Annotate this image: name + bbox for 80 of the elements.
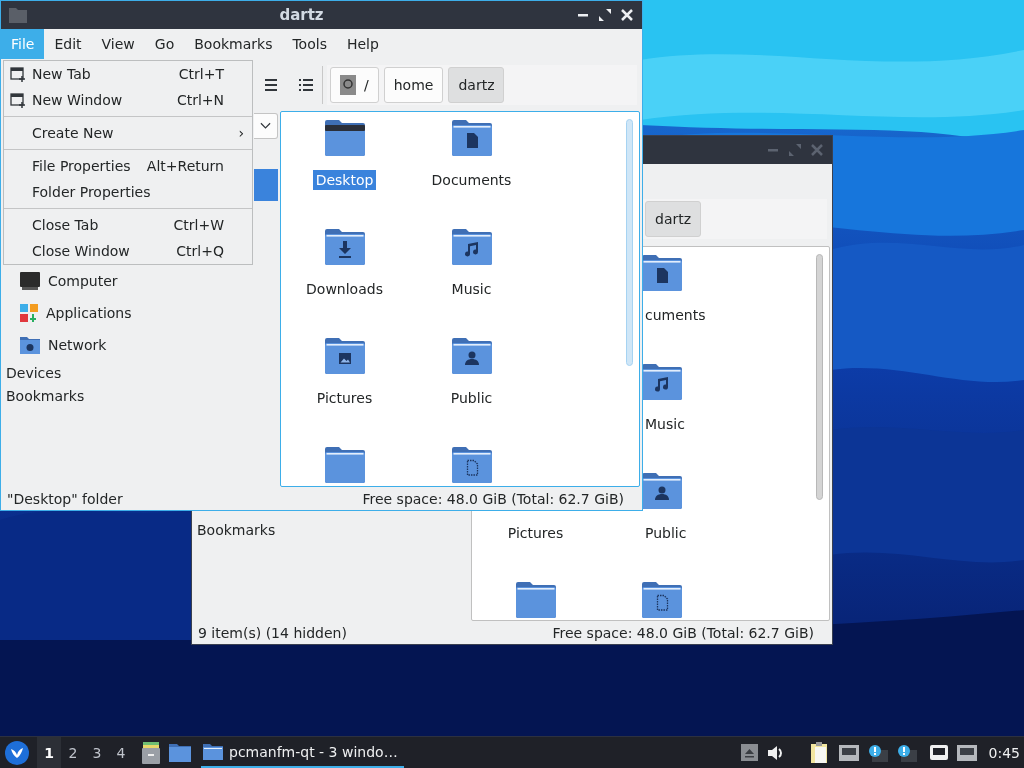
folder-icon — [451, 229, 492, 265]
file-label[interactable]: Downloads — [303, 279, 386, 299]
menu-item[interactable]: New Window Ctrl+N — [4, 87, 252, 113]
window-title: dartz — [278, 6, 325, 24]
file-label[interactable]: Music — [448, 279, 495, 299]
folder-icon[interactable] — [169, 743, 191, 762]
file-label[interactable]: Public — [645, 523, 687, 543]
clock[interactable]: 0:45 — [988, 744, 1020, 761]
folder-icon — [324, 229, 365, 265]
path-button[interactable]: dartz — [448, 67, 505, 103]
sidebar-section[interactable]: Bookmarks — [192, 519, 470, 542]
path-button[interactable]: home — [383, 67, 444, 103]
folder-icon — [451, 447, 492, 483]
menu-item[interactable]: New Tab Ctrl+T — [4, 61, 252, 87]
file-label[interactable]: Documents — [428, 170, 515, 190]
compact-view-icon[interactable] — [263, 78, 279, 92]
menu-item[interactable]: Folder Properties — [4, 179, 252, 205]
alert-icon[interactable] — [896, 743, 917, 762]
sidebar-section[interactable]: Bookmarks — [1, 385, 279, 408]
volume-icon[interactable] — [766, 744, 785, 761]
folder-icon — [642, 582, 682, 618]
free-space-text: Free space: 48.0 GiB (Total: 62.7 GiB) — [362, 490, 624, 507]
drive-icon — [340, 75, 356, 95]
monitor-icon[interactable] — [838, 744, 859, 761]
workspace-button[interactable]: 2 — [61, 737, 85, 768]
menu-item[interactable]: Create New › — [4, 120, 252, 146]
menu-bar-item[interactable]: Go — [144, 29, 185, 59]
folder-icon — [451, 120, 492, 156]
chevron-down-icon — [260, 122, 271, 130]
sidebar-item[interactable]: Network — [1, 329, 279, 361]
applications-icon — [20, 304, 38, 322]
network-port-icon[interactable] — [956, 744, 977, 761]
detailed-list-icon[interactable] — [298, 78, 314, 92]
folder-icon — [324, 447, 365, 483]
network-folder-icon — [20, 336, 40, 354]
alert-icon[interactable] — [867, 743, 888, 762]
network-port-icon[interactable] — [929, 745, 948, 760]
new-window-icon — [10, 92, 26, 108]
menu-bar-item[interactable]: Edit — [44, 29, 92, 59]
sidebar-item[interactable]: Computer — [1, 265, 279, 297]
menu-bar-item[interactable]: View — [91, 29, 145, 59]
menu-bar-item[interactable]: Help — [336, 29, 389, 59]
eject-icon[interactable] — [740, 744, 758, 761]
file-label[interactable]: Public — [447, 388, 496, 408]
file-label[interactable]: Pictures — [504, 523, 567, 543]
folder-icon — [9, 7, 27, 23]
menu-item[interactable]: Close Window Ctrl+Q — [4, 238, 252, 264]
sidebar-section[interactable]: Devices — [1, 362, 279, 385]
start-menu-icon[interactable] — [5, 740, 29, 765]
monitor-icon — [20, 272, 40, 290]
sidebar-item[interactable]: Applications — [1, 297, 279, 329]
path-button[interactable]: dartz — [645, 201, 702, 237]
status-text: "Desktop" folder — [7, 490, 123, 507]
file-label[interactable]: Desktop — [312, 170, 377, 190]
maximize-icon[interactable] — [598, 8, 612, 22]
menu-bar-item[interactable]: Tools — [282, 29, 337, 59]
folder-icon — [324, 338, 365, 374]
menu-item[interactable]: Close Tab Ctrl+W — [4, 212, 252, 238]
clipboard-icon[interactable] — [809, 741, 830, 764]
menu-item[interactable]: File Properties Alt+Return — [4, 153, 252, 179]
file-cabinet-icon[interactable] — [141, 741, 161, 764]
folder-icon — [515, 582, 556, 618]
menu-bar-item[interactable]: Bookmarks — [184, 29, 283, 59]
folder-icon — [451, 338, 492, 374]
taskbar-button[interactable]: pcmanfm-qt - 3 windo… — [201, 737, 404, 768]
folder-icon — [324, 120, 365, 156]
status-text: 9 item(s) (14 hidden) — [198, 624, 347, 641]
folder-icon — [203, 743, 223, 760]
file-label[interactable]: Pictures — [313, 388, 376, 408]
scrollbar[interactable] — [626, 119, 633, 366]
scrollbar[interactable] — [816, 254, 823, 500]
path-button[interactable]: / — [330, 67, 379, 103]
dropdown-button[interactable] — [254, 113, 278, 139]
free-space-text: Free space: 48.0 GiB (Total: 62.7 GiB) — [552, 624, 814, 641]
workspace-button[interactable]: 1 — [37, 737, 61, 768]
workspace-button[interactable]: 4 — [109, 737, 133, 768]
workspace-button[interactable]: 3 — [85, 737, 109, 768]
new-window-icon — [10, 66, 26, 82]
file-label[interactable]: Music — [645, 414, 685, 434]
file-label[interactable]: cuments — [645, 305, 706, 325]
